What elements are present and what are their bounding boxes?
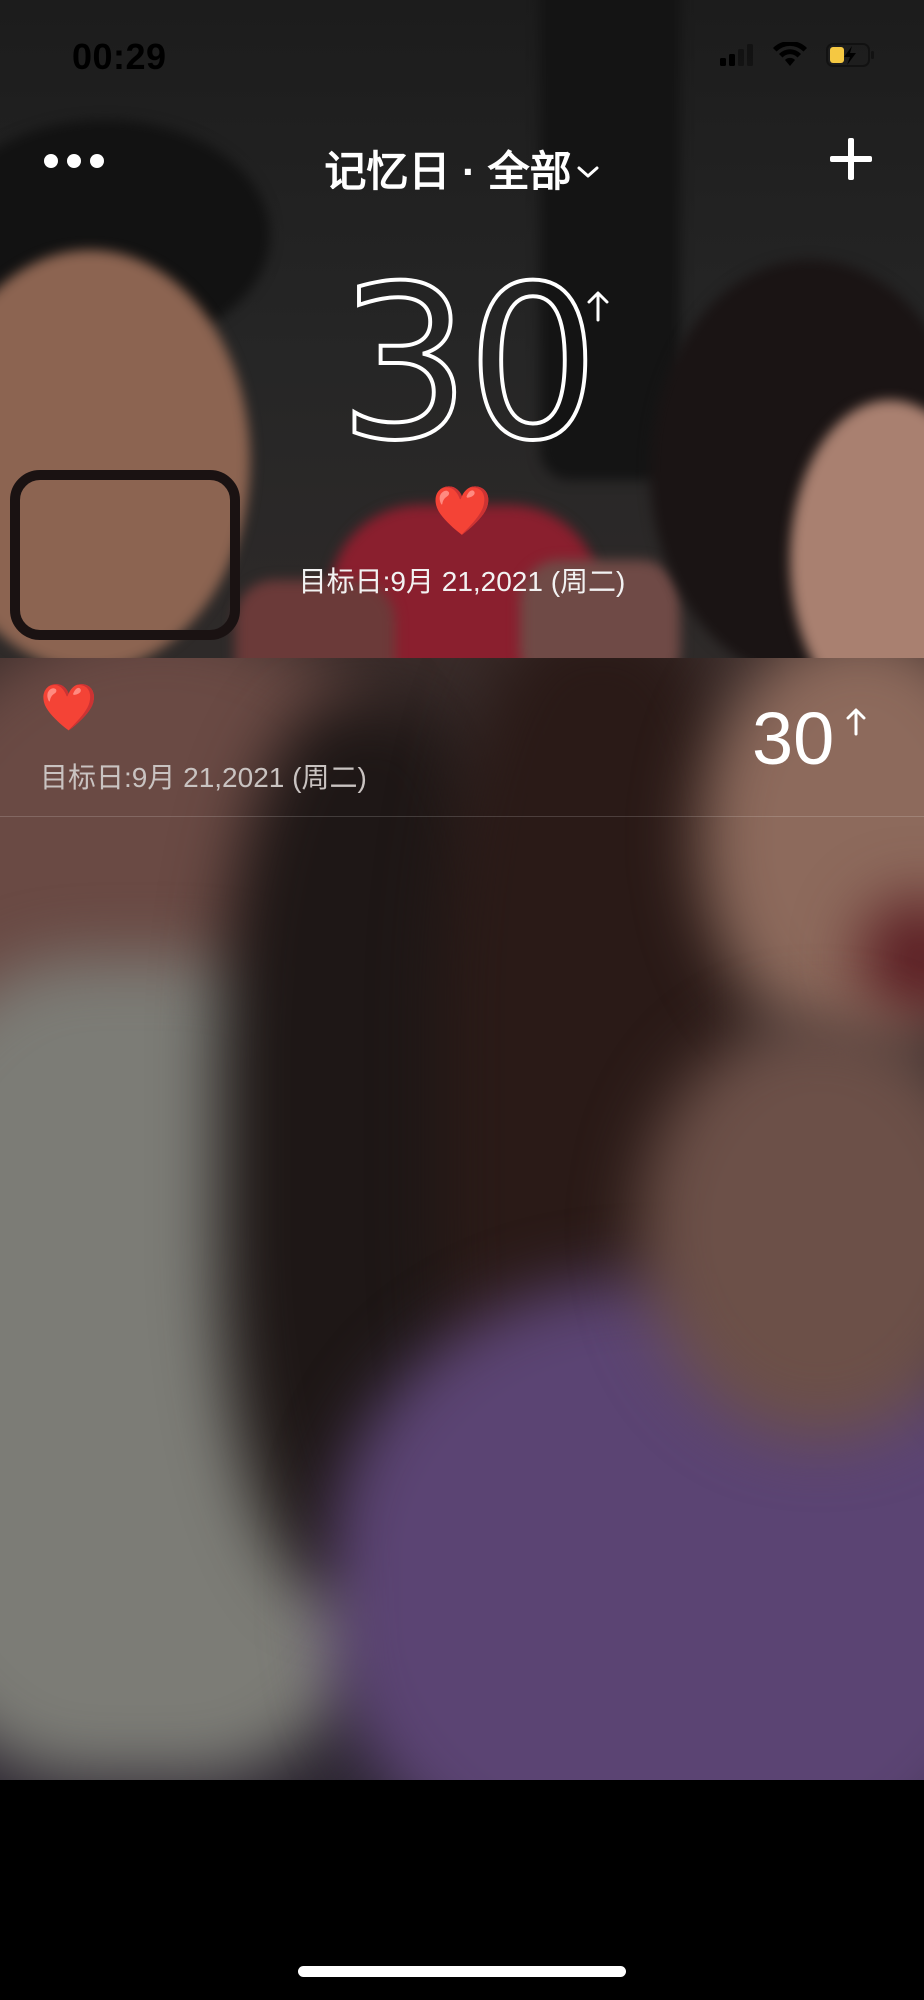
event-day-count: 30 [752,697,835,780]
hero-day-count: 30 [336,240,601,487]
chevron-down-icon [577,166,599,178]
hero-target-date: 目标日:9月 21,2021 (周二) [298,566,626,597]
arrow-up-icon [846,708,866,736]
battery-charging-icon [826,43,874,67]
category-dropdown[interactable]: 记忆日 · 全部 [0,138,924,199]
add-event-button[interactable] [828,136,874,182]
home-indicator[interactable] [298,1966,626,1977]
event-list-item[interactable]: ❤️ 目标日:9月 21,2021 (周二) 30 [0,658,924,817]
event-heart-emoji: ❤️ [40,681,98,733]
hero-day-count-value: 30 [337,240,601,487]
hero-heart-emoji: ❤️ [432,485,492,538]
status-time: 00:29 [72,36,167,77]
background-photo-bottom [0,658,924,1780]
cellular-signal-icon [720,44,753,66]
app-screen: 00:29 记忆日 · 全部 30 ❤️ 目标日:9月 21,2021 (周二)… [0,0,924,2000]
status-icons [720,42,876,68]
status-bar: 00:29 [0,0,924,110]
event-target-date: 目标日:9月 21,2021 (周二) [40,762,367,793]
arrow-up-icon [587,291,609,322]
page-title: 记忆日 · 全部 [324,148,572,195]
plus-icon [830,138,872,180]
wifi-icon [773,42,807,66]
